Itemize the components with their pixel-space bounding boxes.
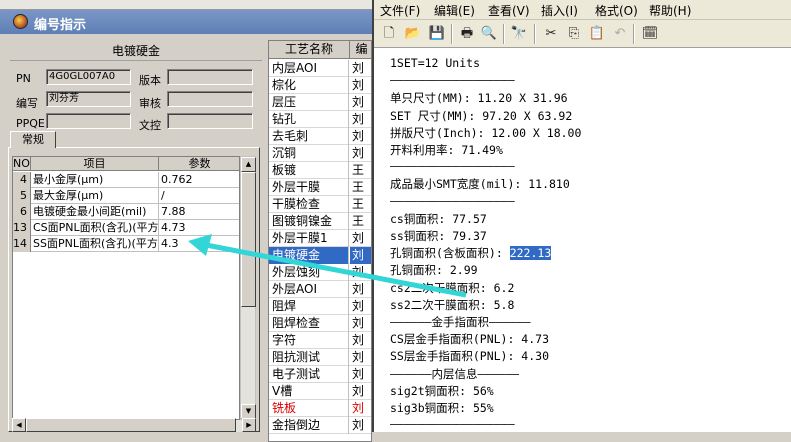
arrow-shaft bbox=[205, 242, 467, 298]
annotation-arrow bbox=[188, 234, 467, 298]
arrow-head bbox=[188, 234, 212, 256]
